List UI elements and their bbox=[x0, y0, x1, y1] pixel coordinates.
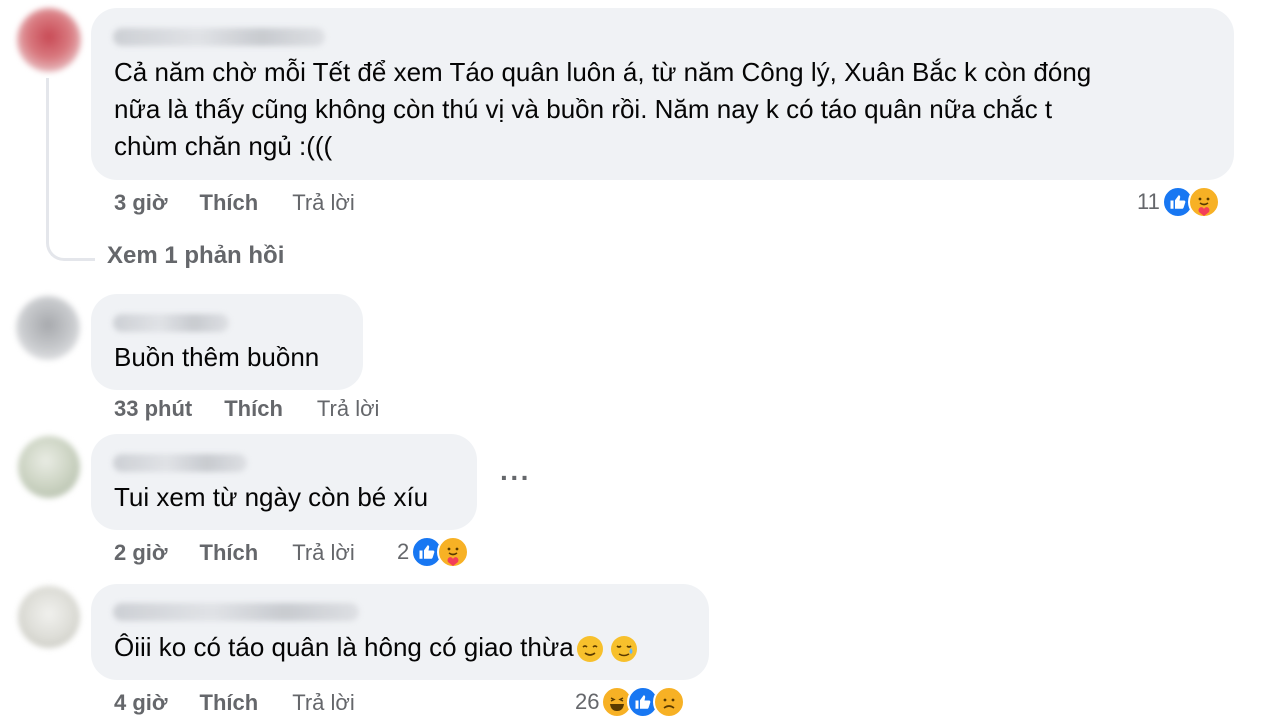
like-button[interactable]: Thích bbox=[200, 190, 259, 216]
comment-bubble: Ôiii ko có táo quân là hông có giao thừa bbox=[91, 584, 709, 680]
reaction-count: 11 bbox=[1137, 189, 1160, 214]
like-button[interactable]: Thích bbox=[200, 540, 259, 566]
more-options-button[interactable]: ··· bbox=[500, 462, 531, 494]
thread-connector-line bbox=[46, 78, 95, 261]
comment-text-line: Tui xem từ ngày còn bé xíu bbox=[114, 482, 429, 512]
comment-bubble: Tui xem từ ngày còn bé xíu bbox=[91, 434, 477, 530]
author-name-blurred[interactable] bbox=[113, 454, 247, 472]
comment-actions: 33 phút Thích Trả lời bbox=[114, 396, 379, 422]
comment-text-line: nữa là thấy cũng không còn thú vị và buồ… bbox=[114, 94, 1053, 124]
author-name-blurred[interactable] bbox=[113, 314, 229, 332]
reply-button[interactable]: Trả lời bbox=[292, 690, 355, 716]
comment-text: Ôiii ko có táo quân là hông có giao thừa bbox=[114, 632, 574, 662]
author-name-blurred[interactable] bbox=[113, 28, 325, 46]
avatar[interactable] bbox=[18, 586, 80, 648]
comment-timestamp[interactable]: 2 giờ bbox=[114, 540, 168, 566]
reply-button[interactable]: Trả lời bbox=[317, 396, 380, 422]
sad-icon bbox=[653, 686, 686, 718]
comment-text-line: Cả năm chờ mỗi Tết để xem Táo quân luôn … bbox=[114, 57, 1092, 87]
avatar[interactable] bbox=[18, 436, 80, 498]
reply-button[interactable]: Trả lời bbox=[292, 540, 355, 566]
author-name-blurred[interactable] bbox=[113, 603, 359, 621]
relieved-face-icon bbox=[576, 636, 603, 662]
comment-timestamp[interactable]: 33 phút bbox=[114, 396, 192, 422]
comment-actions: 3 giờ Thích Trả lời bbox=[114, 190, 355, 216]
comment-bubble: Buồn thêm buồnn bbox=[91, 294, 363, 390]
comment-timestamp[interactable]: 3 giờ bbox=[114, 190, 168, 216]
comment-actions: 2 giờ Thích Trả lời bbox=[114, 540, 355, 566]
like-button[interactable]: Thích bbox=[200, 690, 259, 716]
reply-button[interactable]: Trả lời bbox=[292, 190, 355, 216]
avatar[interactable] bbox=[17, 8, 81, 72]
comment-text-line: Ôiii ko có táo quân là hông có giao thừa bbox=[114, 629, 637, 667]
reaction-count: 26 bbox=[575, 689, 600, 714]
avatar[interactable] bbox=[16, 296, 80, 360]
reaction-summary[interactable]: 2 bbox=[397, 536, 470, 568]
care-icon bbox=[437, 536, 470, 568]
comment-text-line: Buồn thêm buồnn bbox=[114, 342, 320, 372]
view-replies-link[interactable]: Xem 1 phản hồi bbox=[107, 242, 284, 270]
comment-bubble: Cả năm chờ mỗi Tết để xem Táo quân luôn … bbox=[91, 8, 1234, 180]
comment-timestamp[interactable]: 4 giờ bbox=[114, 690, 168, 716]
reaction-summary[interactable]: 11 bbox=[1137, 186, 1220, 218]
reaction-count: 2 bbox=[397, 539, 410, 564]
comment-actions: 4 giờ Thích Trả lời bbox=[114, 690, 355, 716]
comment-text-line: chùm chăn ngủ :((( bbox=[114, 131, 333, 161]
like-button[interactable]: Thích bbox=[224, 396, 283, 422]
care-icon bbox=[1187, 186, 1220, 218]
smiling-face-with-tear-icon bbox=[610, 636, 637, 662]
reaction-summary[interactable]: 26 bbox=[575, 686, 686, 718]
